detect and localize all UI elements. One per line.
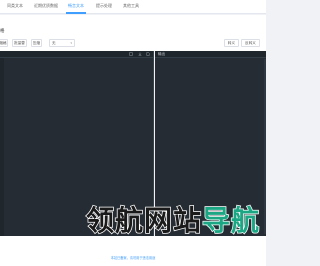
copy-icon[interactable] xyxy=(129,52,133,56)
footer: 本站已备案，请勿用于违法用途 xyxy=(0,240,266,266)
tab-recent-data[interactable]: 近期优质数据 xyxy=(34,3,58,9)
select-value: 无 xyxy=(52,41,56,45)
tab-process[interactable]: 提示处理 xyxy=(96,3,112,9)
option-select[interactable]: 无 ▾ xyxy=(49,39,75,47)
watermark-text: 领航网站导航 xyxy=(85,204,261,238)
download-icon[interactable] xyxy=(138,52,142,56)
batch-replace-button[interactable]: 批量替 xyxy=(12,39,27,47)
page: 同类文本 近期优质数据 畅言文本 提示处理 其他工具 格 缩格 批量替 压缩 无… xyxy=(0,0,266,266)
compress-button[interactable]: 压缩 xyxy=(31,39,42,47)
chevron-down-icon: ▾ xyxy=(70,41,72,45)
escape-button[interactable]: 转义 xyxy=(224,39,239,47)
unescape-button[interactable]: 反转义 xyxy=(241,39,260,47)
indent-button[interactable]: 缩格 xyxy=(0,39,8,47)
output-editor-header: 输出 xyxy=(155,51,266,58)
toolbar: 格 缩格 批量替 压缩 无 ▾ 转义 反转义 xyxy=(0,15,266,51)
input-editor-header xyxy=(0,51,153,58)
top-nav: 同类文本 近期优质数据 畅言文本 提示处理 其他工具 xyxy=(0,0,266,14)
footer-note[interactable]: 本站已备案，请勿用于违法用途 xyxy=(0,255,266,260)
watermark-prefix: 领航网站 xyxy=(85,204,203,238)
tab-other-tools[interactable]: 其他工具 xyxy=(123,3,139,9)
section-title: 格 xyxy=(0,29,5,34)
output-scrollbar[interactable] xyxy=(264,59,266,234)
tab-active[interactable]: 畅言文本 xyxy=(68,3,84,9)
file-icon[interactable] xyxy=(146,52,150,56)
line-gutter xyxy=(0,58,4,236)
active-tab-indicator xyxy=(66,12,86,14)
tab-similar-text[interactable]: 同类文本 xyxy=(7,3,23,9)
site-watermark: 领航网站导航 xyxy=(85,204,261,238)
output-editor-title: 输出 xyxy=(158,52,166,56)
watermark-highlight: 导航 xyxy=(201,204,261,238)
